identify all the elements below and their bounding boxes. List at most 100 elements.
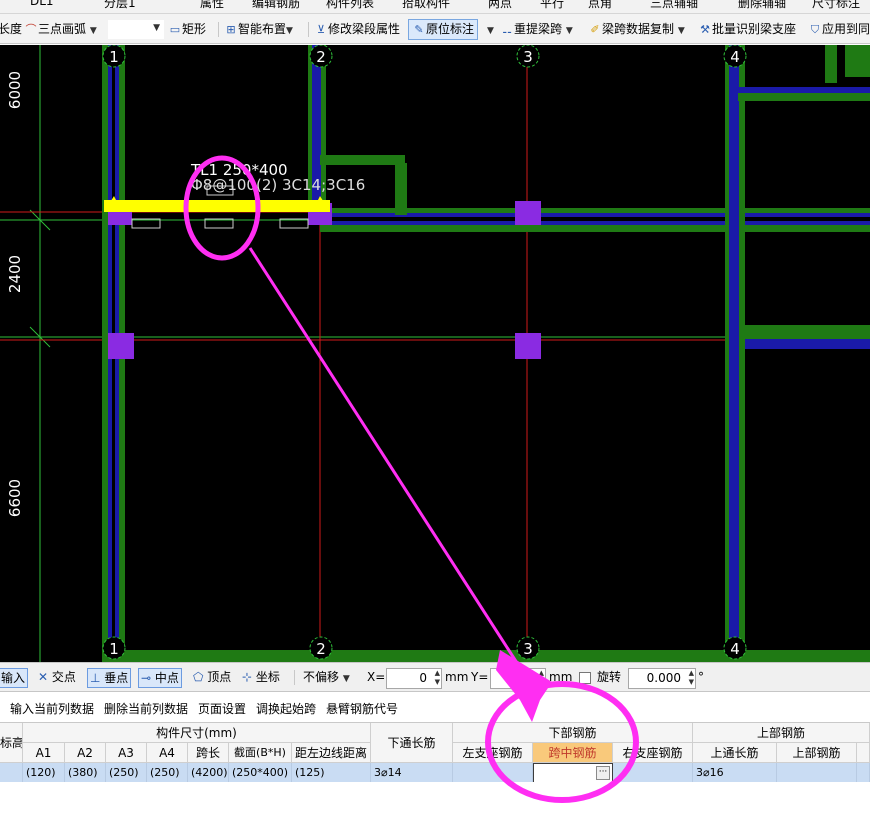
- wall: [738, 93, 870, 101]
- chevron-down-icon[interactable]: ▼: [487, 26, 494, 36]
- delete-current-column-button[interactable]: 删除当前列数据: [104, 700, 188, 717]
- cell-span[interactable]: (4200): [188, 763, 229, 783]
- point-angle-button[interactable]: 点角: [588, 0, 612, 11]
- dim-text-bottom: 6600: [6, 479, 24, 517]
- wall-core: [745, 339, 870, 349]
- cell-bottom-through[interactable]: 3⌀14: [371, 763, 453, 783]
- rotate-checkbox[interactable]: [579, 672, 591, 684]
- input-button[interactable]: 输入: [0, 668, 29, 688]
- header-span: 跨长: [188, 743, 229, 763]
- wall: [395, 163, 407, 215]
- cell-top-through[interactable]: 3⌀16: [693, 763, 777, 783]
- cell-elevation[interactable]: [0, 763, 23, 783]
- rotate-input[interactable]: 0.000 ▲ ▼: [628, 668, 696, 689]
- intersection-snap[interactable]: ✕ 交点: [38, 668, 76, 688]
- spinner-icon[interactable]: ▲ ▼: [539, 669, 544, 687]
- column[interactable]: [515, 333, 541, 359]
- beam-edit-icon: ⊻: [316, 23, 326, 36]
- header-edge: 距左边线距离: [292, 743, 371, 763]
- edit-rebar-button[interactable]: 编辑钢筋: [252, 0, 300, 11]
- input-current-column-button[interactable]: 输入当前列数据: [10, 700, 94, 717]
- wall-inner: [320, 217, 870, 221]
- axis-bubble-top-2: 2: [309, 45, 333, 68]
- cell-left-support[interactable]: [453, 763, 533, 783]
- table-toolbar: 输入当前列数据 删除当前列数据 页面设置 调换起始跨 悬臂钢筋代号: [0, 692, 870, 722]
- header-elevation: 标高: [0, 723, 23, 763]
- pick-component-button[interactable]: 拾取构件: [402, 0, 450, 11]
- properties-button[interactable]: 属性: [200, 0, 224, 11]
- parallel-button[interactable]: 平行: [540, 0, 564, 11]
- vertex-snap[interactable]: ⬠ 顶点: [193, 668, 231, 688]
- smart-layout-button[interactable]: ⊞ 智能布置▼: [224, 20, 293, 39]
- modify-span-attr-button[interactable]: ⊻ 修改梁段属性: [314, 20, 400, 39]
- in-situ-mark-button[interactable]: ✎ 原位标注: [408, 19, 479, 40]
- header-a2: A2: [65, 743, 106, 763]
- two-point-button[interactable]: 两点: [488, 0, 512, 11]
- table-empty-area: [0, 782, 870, 819]
- apply-icon: ⛉: [810, 23, 820, 36]
- cell-more[interactable]: [857, 763, 870, 783]
- cell-a1[interactable]: (120): [23, 763, 65, 783]
- adjust-start-span-button[interactable]: 调换起始跨: [256, 700, 316, 717]
- cantilever-code-button[interactable]: 悬臂钢筋代号: [326, 700, 398, 717]
- cell-mid-span-editor[interactable]: ···: [533, 763, 613, 783]
- delete-axis-button[interactable]: 删除辅轴: [738, 0, 786, 11]
- arc-options-combo[interactable]: ▼: [108, 20, 164, 39]
- copy-span-data-button[interactable]: ✐ 梁跨数据复制 ▼: [588, 20, 684, 39]
- floor-combo[interactable]: DL1: [30, 0, 54, 8]
- cell-a3[interactable]: (250): [106, 763, 147, 783]
- svg-text:2: 2: [316, 640, 326, 658]
- svg-text:1: 1: [109, 48, 119, 66]
- ellipsis-button[interactable]: ···: [596, 766, 610, 780]
- header-a1: A1: [23, 743, 65, 763]
- page-setup-button[interactable]: 页面设置: [198, 700, 246, 717]
- perpendicular-snap[interactable]: ⊥ 垂点: [87, 668, 132, 688]
- wall-core: [312, 45, 321, 223]
- cad-canvas[interactable]: TL1 250*400 Φ8@100(2) 3C14;3C16 6000 240…: [0, 45, 870, 662]
- re-extract-span-button[interactable]: ⚋ 重提梁跨 ▼: [500, 20, 573, 39]
- batch-identify-support-button[interactable]: ⚒ 批量识别梁支座: [698, 20, 796, 39]
- top-toolbar-row2: 长度 ⌒ 三点画弧 ▼ ▼ ▭ 矩形 ⊞ 智能布置▼ ⊻ 修改梁段属性 ✎ 原位标注 ▼ …: [0, 14, 870, 44]
- three-point-axis-button[interactable]: 三点辅轴: [650, 0, 698, 11]
- header-mid-span[interactable]: 跨中钢筋: [533, 743, 613, 763]
- coordinate-snap[interactable]: ⊹ 坐标: [242, 668, 280, 688]
- header-group-size: 构件尺寸(mm): [23, 723, 371, 743]
- coordinate-icon: ⊹: [242, 670, 253, 684]
- svg-text:4: 4: [730, 640, 740, 658]
- cell-edge[interactable]: (125): [292, 763, 371, 783]
- cell-a4[interactable]: (250): [147, 763, 188, 783]
- dimension-button[interactable]: 尺寸标注: [812, 0, 860, 11]
- dim-text-middle: 2400: [6, 255, 24, 293]
- column[interactable]: [515, 201, 541, 225]
- wall: [825, 45, 837, 83]
- spinner-icon[interactable]: ▲ ▼: [689, 669, 694, 687]
- layer-combo[interactable]: 分层1: [104, 0, 136, 11]
- cell-a2[interactable]: (380): [65, 763, 106, 783]
- cell-top-rebar[interactable]: [777, 763, 857, 783]
- support-icon: ⚒: [700, 23, 710, 36]
- cell-section[interactable]: (250*400): [229, 763, 292, 783]
- y-label: Y=: [471, 670, 489, 684]
- apply-to-same-button[interactable]: ⛉ 应用到同: [808, 20, 870, 39]
- rectangle-icon: ▭: [169, 23, 181, 36]
- axis-bubble-bottom-3: 3: [516, 636, 540, 660]
- spinner-icon[interactable]: ▲ ▼: [435, 669, 440, 687]
- y-input[interactable]: 0 ▲ ▼: [490, 668, 546, 689]
- midpoint-snap[interactable]: ⊸ 中点: [138, 668, 182, 688]
- length-button[interactable]: 长度: [0, 20, 22, 39]
- cell-right-support[interactable]: [613, 763, 693, 783]
- three-point-arc-button[interactable]: ⌒ 三点画弧 ▼: [24, 20, 97, 39]
- separator: [308, 22, 309, 37]
- wall-core: [729, 45, 739, 662]
- x-input[interactable]: 0 ▲ ▼: [386, 668, 442, 689]
- degree-label: °: [698, 670, 704, 684]
- pencil-icon: ✎: [414, 23, 424, 36]
- offset-mode-combo[interactable]: 不偏移 ▼: [303, 668, 350, 688]
- selected-beam[interactable]: [104, 200, 330, 212]
- component-list-button[interactable]: 构件列表: [326, 0, 374, 11]
- header-a3: A3: [106, 743, 147, 763]
- rectangle-button[interactable]: ▭ 矩形: [168, 20, 206, 39]
- column[interactable]: [108, 333, 134, 359]
- separator: [294, 670, 295, 685]
- grid-icon: ⊞: [226, 23, 236, 36]
